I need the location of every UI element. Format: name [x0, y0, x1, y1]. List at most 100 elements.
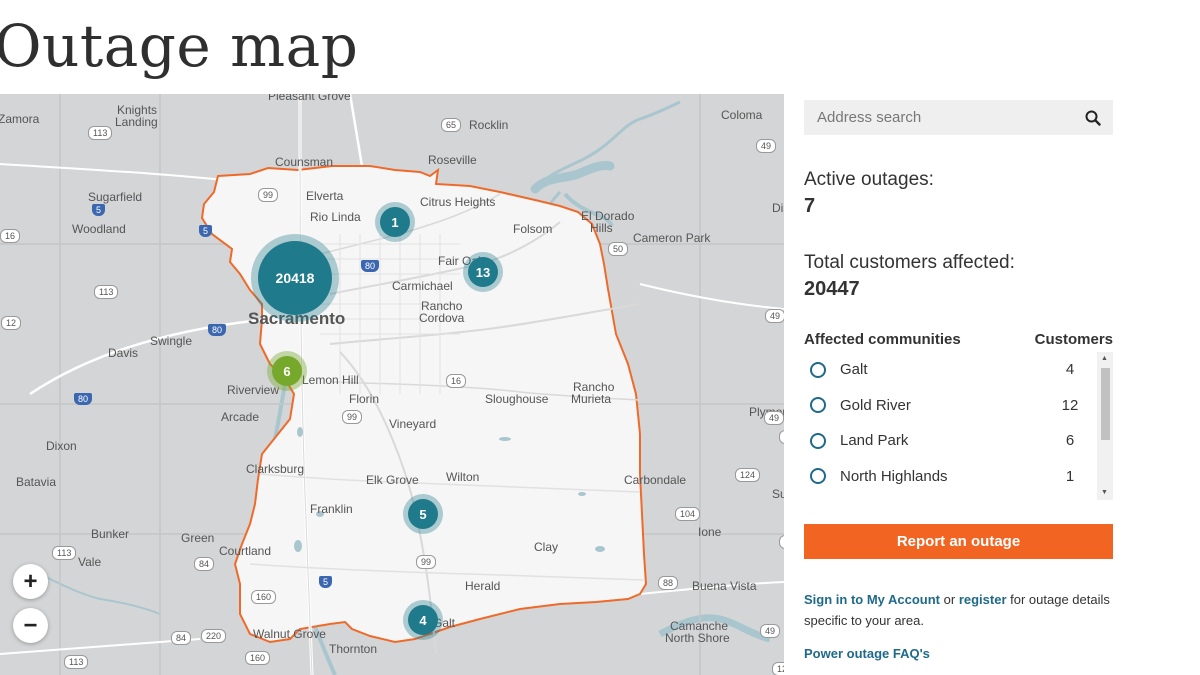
community-row[interactable]: Gold River 12: [804, 388, 1113, 424]
community-radio[interactable]: [810, 361, 826, 378]
active-outages-label: Active outages:: [804, 169, 934, 190]
place-label: Batavia: [16, 475, 57, 489]
place-label: Folsom: [513, 222, 553, 236]
community-radio[interactable]: [810, 432, 826, 449]
place-label: Sloughouse: [485, 392, 549, 406]
place-label: Swingle: [150, 334, 193, 348]
place-label: Clarksburg: [246, 462, 305, 476]
outage-cluster-green[interactable]: 6: [272, 356, 302, 386]
community-name: Galt: [840, 361, 868, 379]
communities-scrollbar[interactable]: ▲ ▼: [1097, 352, 1113, 500]
highway-shield: 113: [52, 546, 77, 560]
active-outages: Active outages: 7: [804, 169, 1113, 218]
community-name: Gold River: [840, 396, 911, 414]
place-label: Vineyard: [389, 417, 437, 431]
scroll-thumb[interactable]: [1101, 368, 1110, 440]
highway-shield: 84: [194, 557, 215, 571]
community-name: North Highlands: [840, 467, 948, 485]
highway-shield: 65: [441, 118, 462, 132]
highway-shield: 49: [764, 411, 784, 425]
outage-map[interactable]: Pleasant Grove Zamora Knights Landing Ro…: [0, 94, 784, 675]
place-label: Coloma: [721, 108, 763, 122]
highway-shield: 113: [64, 655, 89, 669]
customers-affected-value: 20447: [804, 278, 860, 300]
address-search[interactable]: [804, 100, 1113, 135]
interstate-shield: 5: [92, 204, 106, 216]
place-label: Vale: [78, 555, 102, 569]
place-label: Lemon Hill: [302, 373, 359, 387]
highway-shield: 220: [201, 629, 227, 643]
place-label: Green: [181, 531, 215, 545]
outage-cluster[interactable]: 5: [408, 499, 438, 529]
community-count: 12: [1061, 396, 1079, 414]
place-label: Rio Linda: [310, 210, 361, 224]
place-label: Cameron Park: [633, 231, 711, 245]
interstate-shield: 80: [208, 324, 227, 336]
zoom-in-button[interactable]: +: [13, 564, 48, 599]
place-label: Walnut Grove: [253, 627, 326, 641]
interstate-shield: 5: [199, 225, 213, 237]
page-title: Outage map: [0, 12, 359, 80]
place-label: Clay: [534, 540, 559, 554]
community-row[interactable]: Land Park 6: [804, 423, 1113, 459]
interstate-shield: 80: [361, 260, 380, 272]
interstate-shield: 5: [319, 576, 333, 588]
highway-shield: 99: [342, 410, 363, 424]
report-outage-button[interactable]: Report an outage: [804, 524, 1113, 559]
search-icon[interactable]: [1085, 110, 1101, 126]
signin-text: Sign in to My Account or register for ou…: [804, 589, 1113, 631]
outage-cluster[interactable]: 13: [468, 257, 498, 287]
communities-list[interactable]: Galt 4 Gold River 12 Land Park 6 North H…: [804, 352, 1113, 500]
highway-shield: 124: [735, 468, 761, 482]
place-label: Riverview: [227, 383, 280, 397]
address-search-input[interactable]: [817, 109, 1077, 126]
affected-communities: Affected communities Customers Galt 4 Go…: [804, 331, 1113, 500]
highway-shield: 12: [772, 662, 784, 675]
community-row[interactable]: North Highlands 1: [804, 459, 1113, 495]
highway-shield: 88: [779, 430, 784, 444]
place-label: Sugarfield: [88, 190, 143, 204]
highway-shield: 99: [416, 555, 437, 569]
place-label: Citrus Heights: [420, 195, 496, 209]
highway-shield: 113: [88, 126, 113, 140]
signin-link[interactable]: Sign in to My Account: [804, 592, 940, 607]
zoom-out-button[interactable]: −: [13, 608, 48, 643]
place-label: Dixon: [46, 439, 77, 453]
register-link[interactable]: register: [959, 592, 1007, 607]
highway-shield: 88: [658, 576, 679, 590]
place-label: North Shore: [665, 631, 730, 645]
place-label: Pleasant Grove: [268, 94, 351, 103]
interstate-shield: 80: [74, 393, 93, 405]
highway-shield: 104: [675, 507, 701, 521]
community-radio[interactable]: [810, 397, 826, 414]
place-label: Counsman: [275, 155, 334, 169]
place-label: Cordova: [419, 311, 465, 325]
highway-shield: 16: [0, 229, 21, 243]
place-label: Elverta: [306, 189, 344, 203]
community-name: Land Park: [840, 432, 909, 450]
scroll-up-icon[interactable]: ▲: [1101, 355, 1108, 362]
highway-shield: 49: [760, 624, 781, 638]
place-label: Elk Grove: [366, 473, 419, 487]
customers-affected: Total customers affected: 20447: [804, 252, 1113, 301]
customers-affected-label: Total customers affected:: [804, 252, 1015, 273]
community-radio[interactable]: [810, 468, 826, 485]
place-label: Arcade: [221, 410, 260, 424]
outage-sidebar: Active outages: 7 Total customers affect…: [804, 100, 1113, 663]
highway-shield: 49: [756, 139, 777, 153]
communities-header-count: Customers: [1034, 331, 1113, 348]
place-label: Thornton: [329, 642, 378, 656]
place-label: Davis: [108, 346, 139, 360]
outage-cluster-large[interactable]: 20418: [258, 241, 332, 315]
place-label: Su: [772, 487, 784, 501]
scroll-down-icon[interactable]: ▼: [1101, 489, 1108, 496]
community-row[interactable]: Galt 4: [804, 352, 1113, 388]
place-label: Woodland: [72, 222, 126, 236]
outage-cluster[interactable]: 4: [408, 605, 438, 635]
place-label: Courtland: [219, 544, 272, 558]
faq-link[interactable]: Power outage FAQ's: [804, 646, 930, 661]
place-label: Carbondale: [624, 473, 687, 487]
outage-cluster[interactable]: 1: [380, 207, 410, 237]
highway-shield: 49: [765, 309, 784, 323]
highway-shield: 113: [94, 285, 119, 299]
